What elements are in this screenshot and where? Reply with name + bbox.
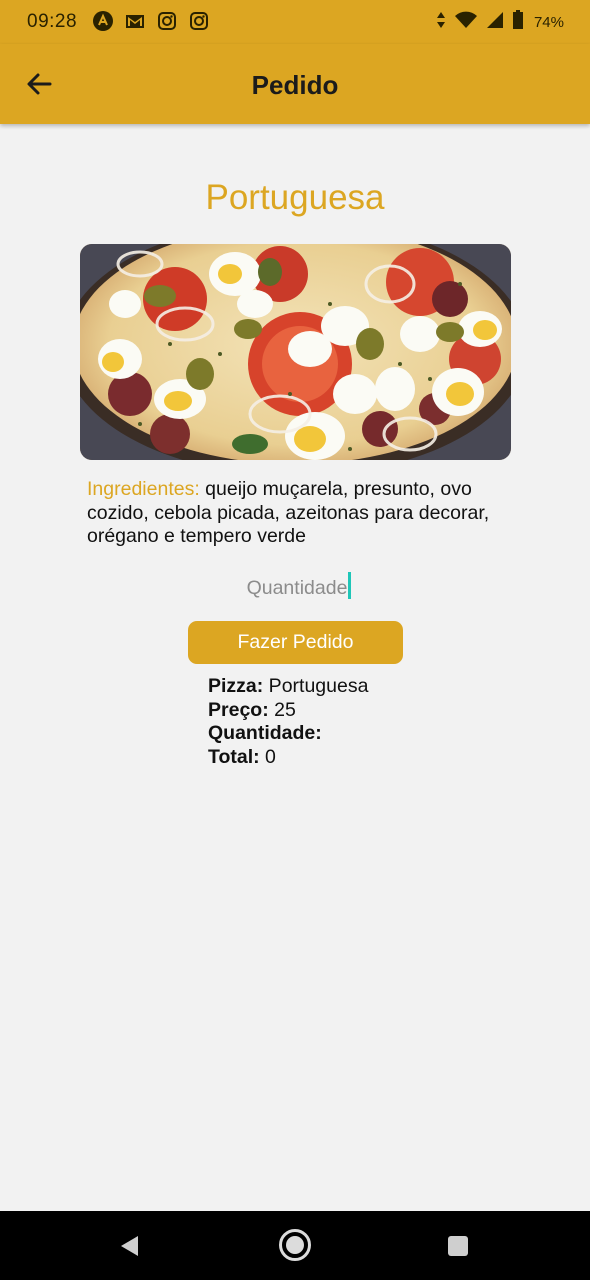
wifi-icon	[454, 11, 478, 34]
summary-total-label: Total:	[208, 745, 260, 768]
summary-price-value: 25	[268, 698, 296, 721]
app-a-icon	[92, 10, 114, 32]
nav-home-button[interactable]	[278, 1228, 312, 1262]
nav-back-button[interactable]	[117, 1233, 143, 1259]
notification-icons	[92, 10, 210, 32]
summary-pizza-label: Pizza:	[208, 675, 264, 697]
summary-quantity-label: Quantidade:	[208, 722, 322, 744]
order-summary: Pizza: Portuguesa Preço: 25 Quantidade: …	[208, 675, 368, 769]
battery-percent: 74%	[533, 14, 564, 31]
text-cursor	[348, 572, 351, 599]
summary-quantity: Quantidade:	[208, 722, 368, 746]
summary-total-value: 0	[259, 745, 276, 768]
summary-price: Preço: 25	[208, 699, 368, 723]
ingredients-text: Ingredientes: queijo muçarela, presunto,…	[87, 478, 517, 549]
pizza-image	[80, 244, 511, 460]
page-title: Pedido	[251, 70, 339, 100]
instagram-icon	[156, 10, 178, 32]
quantity-input[interactable]	[215, 570, 379, 606]
gmail-icon	[124, 10, 146, 32]
nav-recents-button[interactable]	[446, 1234, 470, 1258]
ingredients-label: Ingredientes:	[87, 478, 200, 500]
signal-icon	[486, 11, 504, 34]
status-bar: 09:28 74%	[0, 0, 590, 44]
data-arrows-icon	[436, 11, 446, 34]
square-recents-icon	[448, 1236, 468, 1256]
circle-home-icon	[279, 1229, 311, 1261]
summary-total: Total: 0	[208, 746, 368, 770]
status-time: 09:28	[27, 11, 78, 32]
summary-price-label: Preço:	[208, 698, 269, 721]
pizza-name: Portuguesa	[205, 178, 385, 217]
battery-icon	[512, 10, 524, 35]
system-icons: 74%	[436, 10, 564, 35]
summary-pizza-value: Portuguesa	[263, 675, 369, 697]
app-bar: Pedido	[0, 44, 590, 124]
order-button[interactable]: Fazer Pedido	[188, 621, 403, 664]
summary-pizza: Pizza: Portuguesa	[208, 675, 368, 699]
instagram-icon	[188, 10, 210, 32]
triangle-back-icon	[121, 1236, 138, 1256]
system-nav-bar	[0, 1211, 590, 1280]
